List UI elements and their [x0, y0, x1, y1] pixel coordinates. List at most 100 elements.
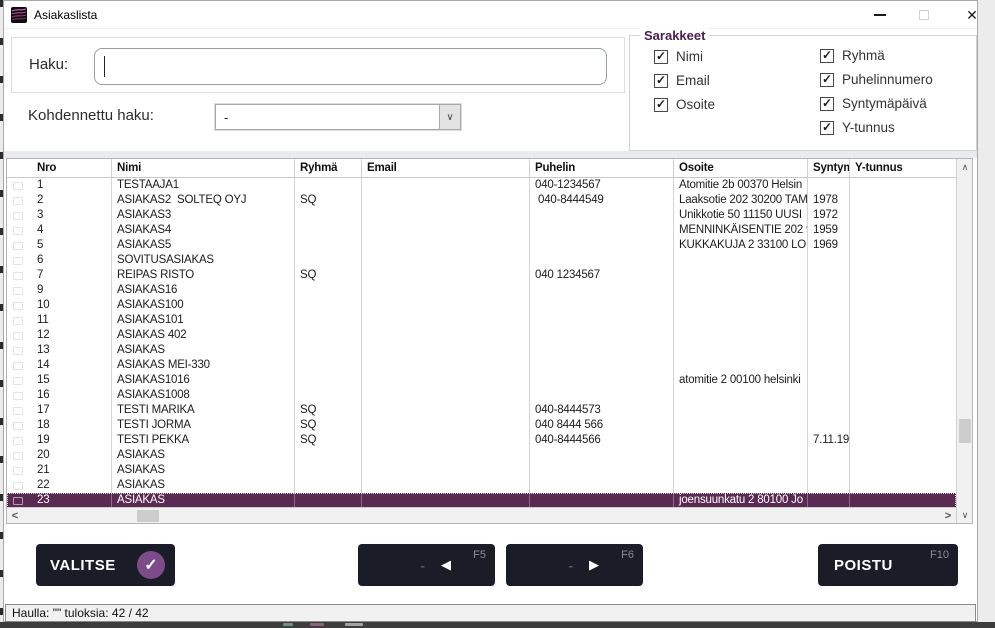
table-row[interactable]: 6 SOVITUSASIAKAS	[7, 253, 956, 268]
table-row[interactable]: 23 ASIAKAS joensuunkatu 2 80100 Jo	[7, 493, 956, 508]
cell-osoite	[674, 283, 808, 298]
cell-ytunnus	[850, 403, 956, 418]
column-header-syntym[interactable]: Syntym	[808, 159, 850, 177]
checkbox-label: Y-tunnus	[842, 120, 895, 135]
table-row[interactable]: 1 TESTAAJA1 040-1234567 Atomitie 2b 0037…	[7, 178, 956, 193]
exit-button[interactable]: POISTU F10	[818, 544, 958, 586]
column-header-email[interactable]: Email	[362, 159, 530, 177]
next-button[interactable]: - ▶ F6	[506, 544, 643, 586]
table-row[interactable]: 5 ASIAKAS5 KUKKAKUJA 2 33100 LOI 1969	[7, 238, 956, 253]
column-checkbox[interactable]: ✓ Email	[654, 73, 715, 88]
vertical-scrollbar[interactable]: ∧ ∨	[956, 159, 972, 523]
table-row[interactable]: 22 ASIAKAS	[7, 478, 956, 493]
cell-ryhma	[295, 208, 362, 223]
table-row[interactable]: 2 ASIAKAS2 SOLTEQ OYJ SQ 040-8444549 Laa…	[7, 193, 956, 208]
cell-ytunnus	[850, 178, 956, 193]
vertical-scrollbar-thumb[interactable]	[959, 419, 971, 443]
column-checkbox[interactable]: ✓ Y-tunnus	[820, 120, 933, 135]
table-row[interactable]: 13 ASIAKAS	[7, 343, 956, 358]
table-row[interactable]: 4 ASIAKAS4 MENNINKÄISENTIE 202 9 1959	[7, 223, 956, 238]
cell-syntym	[808, 388, 850, 403]
table-row[interactable]: 12 ASIAKAS 402	[7, 328, 956, 343]
cell-email	[362, 178, 530, 193]
table-body: 1 TESTAAJA1 040-1234567 Atomitie 2b 0037…	[7, 178, 956, 508]
cell-osoite	[674, 418, 808, 433]
cell-ytunnus	[850, 223, 956, 238]
scroll-down-icon[interactable]: ∨	[957, 507, 973, 523]
column-header-nimi[interactable]: Nimi	[112, 159, 295, 177]
table-row[interactable]: 21 ASIAKAS	[7, 463, 956, 478]
cell-syntym	[808, 448, 850, 463]
select-button[interactable]: VALITSE ✓	[36, 544, 175, 586]
column-header-nro[interactable]: Nro	[7, 159, 112, 177]
cell-osoite	[674, 433, 808, 448]
cell-ytunnus	[850, 478, 956, 493]
checkbox-icon: ✓	[820, 97, 834, 111]
checkbox-icon: ✓	[820, 73, 834, 87]
cell-nimi: ASIAKAS1016	[112, 373, 295, 388]
table-row[interactable]: 15 ASIAKAS1016 atomitie 2 00100 helsinki	[7, 373, 956, 388]
checkbox-label: Email	[676, 73, 710, 88]
row-icon	[13, 467, 23, 475]
cell-nimi: ASIAKAS101	[112, 313, 295, 328]
minimize-button[interactable]	[865, 4, 895, 26]
search-input[interactable]	[94, 48, 607, 85]
table-row[interactable]: 19 TESTI PEKKA SQ 040-8444566 7.11.19	[7, 433, 956, 448]
cell-puhelin	[530, 463, 674, 478]
table-row[interactable]: 14 ASIAKAS MEI-330	[7, 358, 956, 373]
app-logo-icon	[11, 7, 27, 28]
table-row[interactable]: 16 ASIAKAS1008	[7, 388, 956, 403]
column-header-puhelin[interactable]: Puhelin	[530, 159, 674, 177]
column-header-ryhma[interactable]: Ryhmä	[295, 159, 362, 177]
dropdown-chevron-icon[interactable]: ∨	[439, 105, 460, 129]
close-button[interactable]: ✕	[957, 4, 987, 26]
table-row[interactable]: 10 ASIAKAS100	[7, 298, 956, 313]
column-checkbox[interactable]: ✓ Nimi	[654, 49, 715, 64]
status-text: Haulla: "" tuloksia: 42 / 42	[12, 606, 149, 620]
horizontal-scrollbar-thumb[interactable]	[137, 510, 159, 522]
columns-groupbox: Sarakkeet ✓ Nimi ✓ Email ✓ Osoite ✓ Ryhm…	[629, 35, 977, 151]
cell-nro: 22	[7, 478, 112, 493]
cell-puhelin	[530, 358, 674, 373]
table-row[interactable]: 18 TESTI JORMA SQ 040 8444 566	[7, 418, 956, 433]
table-row[interactable]: 11 ASIAKAS101	[7, 313, 956, 328]
cell-nro: 12	[7, 328, 112, 343]
table-row[interactable]: 20 ASIAKAS	[7, 448, 956, 463]
cell-nro: 4	[7, 223, 112, 238]
cell-ryhma	[295, 463, 362, 478]
previous-button-label: -	[421, 558, 425, 573]
column-header-ytunnus[interactable]: Y-tunnus	[850, 159, 956, 177]
cell-puhelin: 040-8444573	[530, 403, 674, 418]
column-checkbox[interactable]: ✓ Syntymäpäivä	[820, 96, 933, 111]
fkey-label: F10	[930, 549, 949, 561]
previous-button[interactable]: - ◀ F5	[358, 544, 495, 586]
scroll-right-icon[interactable]: >	[940, 508, 956, 524]
cell-email	[362, 283, 530, 298]
cell-osoite	[674, 448, 808, 463]
horizontal-scrollbar[interactable]: < >	[7, 507, 956, 523]
select-button-label: VALITSE	[50, 557, 116, 574]
column-checkbox[interactable]: ✓ Puhelinnumero	[820, 72, 933, 87]
cell-ytunnus	[850, 343, 956, 358]
cell-syntym	[808, 178, 850, 193]
table-row[interactable]: 17 TESTI MARIKA SQ 040-8444573	[7, 403, 956, 418]
cell-nro: 2	[7, 193, 112, 208]
row-icon	[13, 197, 23, 205]
scroll-up-icon[interactable]: ∧	[957, 159, 973, 175]
table-row[interactable]: 9 ASIAKAS16	[7, 283, 956, 298]
table-row[interactable]: 7 REIPAS RISTO SQ 040 1234567	[7, 268, 956, 283]
scroll-left-icon[interactable]: <	[7, 508, 23, 524]
column-header-osoite[interactable]: Osoite	[674, 159, 808, 177]
column-checkbox[interactable]: ✓ Ryhmä	[820, 48, 933, 63]
cell-nimi: ASIAKAS4	[112, 223, 295, 238]
cell-osoite	[674, 298, 808, 313]
checkmark-icon: ✓	[822, 120, 832, 134]
targeted-search-dropdown[interactable]: - ∨	[215, 104, 461, 130]
table-row[interactable]: 3 ASIAKAS3 Unikkotie 50 11150 UUSI 1972	[7, 208, 956, 223]
cell-email	[362, 448, 530, 463]
columns-col2: ✓ Ryhmä ✓ Puhelinnumero ✓ Syntymäpäivä ✓…	[820, 48, 933, 135]
cell-puhelin: 040-1234567	[530, 178, 674, 193]
column-checkbox[interactable]: ✓ Osoite	[654, 97, 715, 112]
cell-syntym: 1959	[808, 223, 850, 238]
cell-puhelin	[530, 238, 674, 253]
